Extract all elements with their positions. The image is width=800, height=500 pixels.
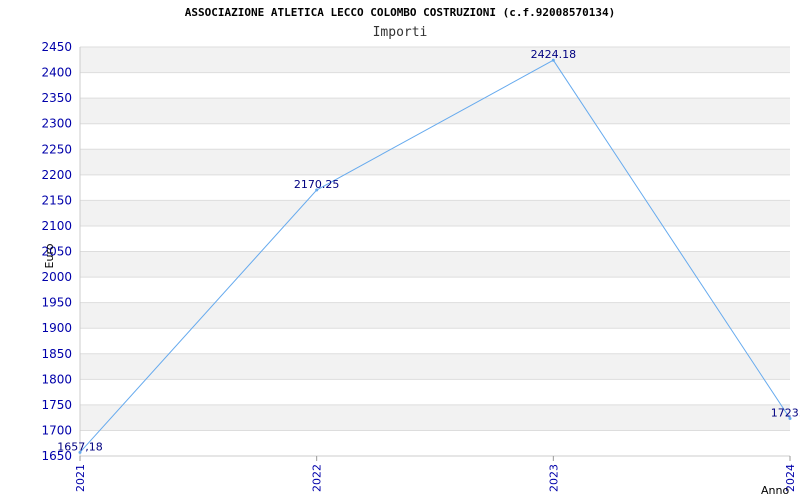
grid-band xyxy=(80,200,790,226)
y-tick-label: 2400 xyxy=(41,66,72,80)
y-tick-label: 2100 xyxy=(41,219,72,233)
x-tick-label: 2022 xyxy=(311,464,324,492)
data-label: 1657,18 xyxy=(57,440,103,453)
y-tick-label: 1800 xyxy=(41,372,72,386)
y-tick-label: 1900 xyxy=(41,321,72,335)
grid-band xyxy=(80,149,790,175)
y-tick-label: 2000 xyxy=(41,270,72,284)
y-axis-label: Euro xyxy=(43,243,56,268)
data-label: 2424.18 xyxy=(531,48,577,61)
y-tick-label: 2200 xyxy=(41,168,72,182)
y-tick-label: 1750 xyxy=(41,398,72,412)
x-axis-label: Anno xyxy=(761,484,789,497)
y-tick-label: 2250 xyxy=(41,142,72,156)
y-tick-label: 2450 xyxy=(41,40,72,54)
grid-band xyxy=(80,251,790,278)
x-tick-label: 2021 xyxy=(74,464,87,492)
grid-band xyxy=(80,404,790,431)
y-tick-label: 2350 xyxy=(41,91,72,105)
y-tick-label: 2300 xyxy=(41,117,72,131)
line-chart: 1650170017501800185019001950200020502100… xyxy=(41,40,800,497)
grid-band xyxy=(80,47,790,73)
data-label: 2170.25 xyxy=(294,178,340,191)
y-tick-label: 1700 xyxy=(41,423,72,437)
y-tick-label: 1850 xyxy=(41,347,72,361)
y-tick-label: 1950 xyxy=(41,296,72,310)
y-tick-label: 2150 xyxy=(41,193,72,207)
grid-band xyxy=(80,353,790,380)
x-tick-label: 2023 xyxy=(547,464,560,492)
data-label: 1723.3 xyxy=(771,407,800,420)
grid-band xyxy=(80,98,790,124)
grid-band xyxy=(80,302,790,329)
